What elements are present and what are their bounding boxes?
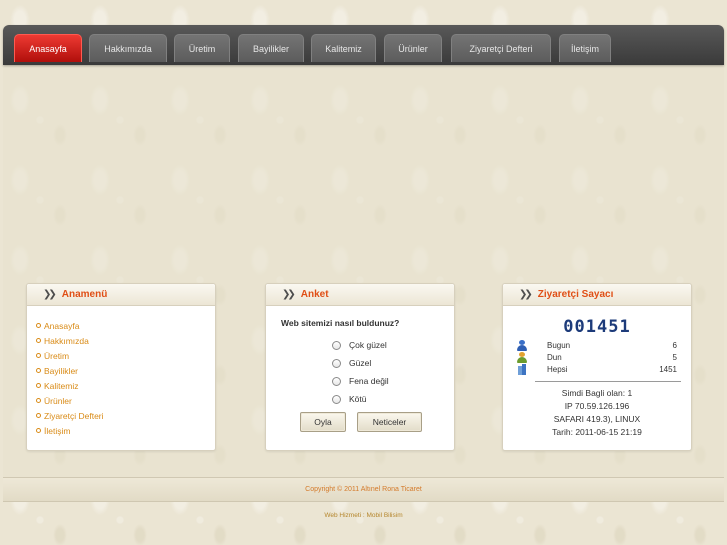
user-orange-icon bbox=[517, 351, 527, 363]
double-chevron-icon: ❯❯ bbox=[519, 289, 533, 300]
stat-row-total: Hepsi 1451 bbox=[517, 363, 677, 375]
visit-date: Tarih: 2011-06-15 21:19 bbox=[552, 427, 642, 437]
main-menu-header: ❯❯ Anamenü bbox=[27, 284, 215, 306]
visitor-counter-title: Ziyaretçi Sayacı bbox=[537, 289, 614, 300]
main-nav: Anasayfa Hakkımızda Üretim Bayilikler Ka… bbox=[3, 25, 724, 65]
circle-bullet-icon bbox=[36, 428, 41, 433]
radio-button[interactable] bbox=[332, 340, 341, 350]
radio-button[interactable] bbox=[332, 394, 341, 404]
web-service-credit-link[interactable]: Web Hizmeti : Mobil Bilisim bbox=[3, 512, 724, 519]
user-blue-icon bbox=[517, 339, 527, 351]
poll-title: Anket bbox=[300, 289, 329, 300]
footer-bar: Copyright © 2011 Altınel Rona Ticaret bbox=[3, 477, 724, 502]
circle-bullet-icon bbox=[36, 398, 41, 403]
results-button[interactable]: Neticeler bbox=[357, 412, 422, 432]
circle-bullet-icon bbox=[36, 383, 41, 388]
radio-button[interactable] bbox=[332, 358, 341, 368]
main-menu-list: Anasayfa Hakkımızda Üretim Bayilikler Ka… bbox=[36, 318, 104, 438]
nav-tab-ziyaretci-defteri[interactable]: Ziyaretçi Defteri bbox=[451, 34, 551, 62]
poll-option-3[interactable]: Fena değil bbox=[332, 374, 389, 388]
poll-question: Web sitemizi nasıl buldunuz? bbox=[281, 318, 400, 328]
poll-header: ❯❯ Anket bbox=[266, 284, 454, 306]
menu-link-iletisim[interactable]: İletişim bbox=[36, 423, 104, 438]
menu-link-anasayfa[interactable]: Anasayfa bbox=[36, 318, 104, 333]
circle-bullet-icon bbox=[36, 368, 41, 373]
building-icon bbox=[517, 363, 527, 375]
menu-link-uretim[interactable]: Üretim bbox=[36, 348, 104, 363]
nav-tab-uretim[interactable]: Üretim bbox=[174, 34, 230, 62]
radio-button[interactable] bbox=[332, 376, 341, 386]
menu-link-kalitemiz[interactable]: Kalitemiz bbox=[36, 378, 104, 393]
menu-link-hakkimizda[interactable]: Hakkımızda bbox=[36, 333, 104, 348]
circle-bullet-icon bbox=[36, 338, 41, 343]
online-count: Simdi Bagli olan: 1 bbox=[561, 388, 633, 398]
nav-tab-anasayfa[interactable]: Anasayfa bbox=[14, 34, 82, 62]
nav-tab-bayilikler[interactable]: Bayilikler bbox=[238, 34, 304, 62]
visitor-counter-panel: ❯❯ Ziyaretçi Sayacı 001451 Bugun 6 Dun 5 bbox=[502, 283, 692, 451]
total-visits-digits: 001451 bbox=[563, 317, 631, 337]
circle-bullet-icon bbox=[36, 413, 41, 418]
circle-bullet-icon bbox=[36, 323, 41, 328]
stat-row-yesterday: Dun 5 bbox=[517, 351, 677, 363]
double-chevron-icon: ❯❯ bbox=[282, 289, 296, 300]
visitor-counter-header: ❯❯ Ziyaretçi Sayacı bbox=[503, 284, 691, 306]
nav-tab-iletisim[interactable]: İletişim bbox=[559, 34, 611, 62]
visitor-ip: IP 70.59.126.196 bbox=[564, 401, 630, 411]
copyright-text: Copyright © 2011 Altınel Rona Ticaret bbox=[305, 486, 422, 493]
counter-divider bbox=[535, 381, 681, 382]
circle-bullet-icon bbox=[36, 353, 41, 358]
menu-link-bayilikler[interactable]: Bayilikler bbox=[36, 363, 104, 378]
poll-panel: ❯❯ Anket Web sitemizi nasıl buldunuz? Ço… bbox=[265, 283, 455, 451]
nav-tab-kalitemiz[interactable]: Kalitemiz bbox=[311, 34, 376, 62]
page: Anasayfa Hakkımızda Üretim Bayilikler Ka… bbox=[3, 0, 724, 545]
poll-option-1[interactable]: Çok güzel bbox=[332, 338, 387, 352]
poll-option-2[interactable]: Güzel bbox=[332, 356, 371, 370]
main-menu-title: Anamenü bbox=[61, 289, 108, 300]
nav-tab-hakkimizda[interactable]: Hakkımızda bbox=[89, 34, 167, 62]
vote-button[interactable]: Oyla bbox=[300, 412, 346, 432]
poll-option-4[interactable]: Kötü bbox=[332, 392, 367, 406]
stat-row-today: Bugun 6 bbox=[517, 339, 677, 351]
double-chevron-icon: ❯❯ bbox=[43, 289, 57, 300]
main-menu-panel: ❯❯ Anamenü Anasayfa Hakkımızda Üretim Ba… bbox=[26, 283, 216, 451]
menu-link-ziyaretci-defteri[interactable]: Ziyaretçi Defteri bbox=[36, 408, 104, 423]
nav-tab-urunler[interactable]: Ürünler bbox=[384, 34, 442, 62]
visitor-browser: SAFARI 419.3), LINUX bbox=[553, 414, 641, 424]
menu-link-urunler[interactable]: Ürünler bbox=[36, 393, 104, 408]
